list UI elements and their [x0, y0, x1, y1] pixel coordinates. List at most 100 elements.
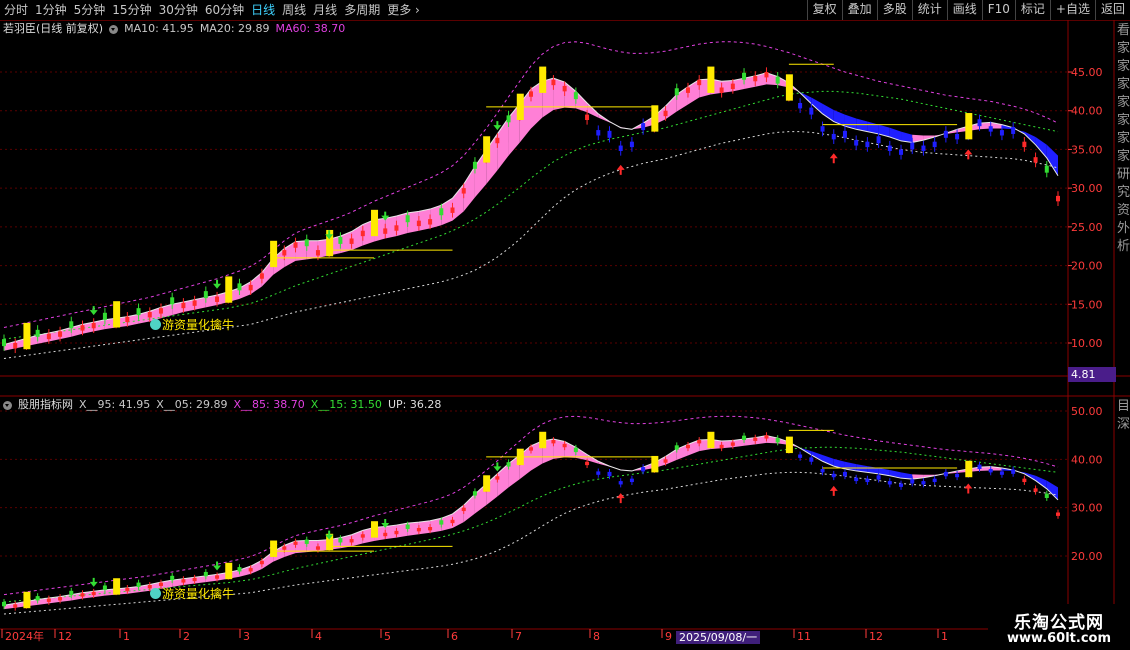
period-tab[interactable]: 更多 › — [384, 0, 423, 20]
candle-body — [618, 145, 623, 151]
candle-body — [876, 136, 881, 144]
sell-arrow-icon — [493, 462, 502, 472]
candle-body — [349, 238, 354, 244]
candle-body — [248, 284, 253, 291]
candle-body — [618, 481, 623, 485]
signal-bar — [785, 436, 793, 454]
buy-arrow-icon — [829, 485, 838, 496]
candle-body — [764, 72, 769, 78]
candle-body — [35, 329, 40, 337]
candle-body — [899, 483, 904, 487]
candle-body — [136, 582, 141, 587]
toolbar-button[interactable]: 复权 — [806, 0, 842, 20]
toolbar-button[interactable]: 画线 — [946, 0, 982, 20]
y-tick-label: 20.00 — [1071, 260, 1103, 273]
y-tick-label: 20.00 — [1071, 550, 1103, 563]
candle-body — [1011, 469, 1016, 474]
toolbar-button[interactable]: 多股 — [876, 0, 912, 20]
logo-url: www.60lt.com — [1006, 631, 1112, 646]
candle-body — [809, 457, 814, 462]
y-tick-label: 35.00 — [1071, 143, 1103, 156]
candle-body — [259, 273, 264, 279]
candle-body — [629, 478, 634, 483]
period-tab[interactable]: 60分钟 — [202, 0, 247, 20]
signal-bar — [965, 460, 973, 478]
candle-body — [854, 140, 859, 146]
signal-bar — [270, 240, 278, 268]
candle-body — [999, 471, 1004, 475]
stock-name: 若羽臣(日线 前复权) — [3, 22, 104, 35]
toolbar-button[interactable]: +自选 — [1049, 0, 1095, 20]
candlestick-chart-area[interactable]: 45.00 40.00 35.00 30.00 25.00 20.00 15.00 10.00… — [0, 20, 1130, 650]
signal-bar — [707, 66, 715, 93]
candle-body — [215, 296, 220, 302]
candle-body — [1056, 512, 1060, 516]
candle-body — [237, 567, 242, 572]
candle-body — [181, 579, 186, 583]
period-tab[interactable]: 多周期 — [341, 0, 383, 20]
toolbar-button[interactable]: 统计 — [911, 0, 947, 20]
dropdown-icon[interactable] — [109, 24, 119, 34]
candle-body — [1056, 195, 1060, 202]
ma60-label: MA60: 38.70 — [275, 22, 346, 35]
signal-bar — [539, 431, 547, 449]
candle-body — [461, 507, 466, 512]
candle-body — [753, 75, 758, 82]
candle-body — [529, 91, 533, 97]
candle-body — [629, 141, 634, 148]
ma20-label: MA20: 29.89 — [199, 22, 270, 35]
period-tab[interactable]: 分时 — [1, 0, 31, 20]
toolbar-button[interactable]: 叠加 — [841, 0, 877, 20]
candle-body — [753, 437, 758, 441]
toolbar-button[interactable]: 返回 — [1094, 0, 1130, 20]
candle-body — [596, 130, 601, 136]
signal-bar — [651, 455, 659, 473]
toolbar-button[interactable]: F10 — [981, 0, 1015, 20]
candle-body — [1044, 493, 1049, 498]
dropdown-icon[interactable] — [3, 400, 12, 410]
buy-arrow-icon — [964, 149, 973, 160]
candle-body — [13, 343, 18, 349]
candle-body — [585, 114, 590, 121]
up-label: UP: 36.28 — [387, 398, 442, 411]
candle-body — [293, 541, 298, 545]
candle-body — [102, 312, 107, 320]
toolbar-button[interactable]: 标记 — [1014, 0, 1050, 20]
sell-arrow-icon — [213, 279, 222, 289]
period-tab[interactable]: 1分钟 — [32, 0, 70, 20]
y-tick-label: 15.00 — [1071, 298, 1103, 311]
candle-body — [91, 322, 96, 329]
candle-body — [360, 230, 365, 237]
period-tab[interactable]: 15分钟 — [109, 0, 154, 20]
date-label: 2024年 — [5, 629, 44, 643]
candle-body — [405, 524, 410, 529]
period-tab[interactable]: 5分钟 — [71, 0, 109, 20]
period-tab[interactable]: 周线 — [279, 0, 309, 20]
period-tab[interactable]: 月线 — [310, 0, 340, 20]
candle-body — [338, 538, 343, 543]
candle-body — [899, 149, 904, 155]
candle-body — [955, 133, 960, 140]
candle-body — [215, 575, 220, 579]
candle-body — [2, 601, 6, 607]
period-tab[interactable]: 30分钟 — [156, 0, 201, 20]
candle-body — [674, 88, 679, 96]
signal-bar — [965, 113, 973, 140]
candle-body — [2, 339, 6, 347]
candle-body — [775, 76, 780, 84]
period-tab[interactable]: 日线 — [248, 0, 278, 20]
main-panel-title: 若羽臣(日线 前复权) MA10: 41.95 MA20: 29.89 MA60… — [0, 21, 351, 37]
date-label: 11 — [797, 630, 811, 643]
candle-body — [921, 145, 926, 151]
indicator-name: 股朋指标网 — [18, 398, 73, 411]
signal-bar — [539, 66, 547, 93]
date-label: 2 — [183, 630, 190, 643]
candle-body — [719, 87, 724, 93]
candle-body — [663, 459, 668, 463]
date-label: 7 — [515, 630, 522, 643]
date-label: 1 — [123, 630, 130, 643]
candle-body — [282, 250, 287, 256]
candle-body — [955, 473, 960, 478]
crosshair-date-tag: 2025/09/08/一 — [676, 631, 761, 644]
candle-body — [573, 447, 578, 453]
